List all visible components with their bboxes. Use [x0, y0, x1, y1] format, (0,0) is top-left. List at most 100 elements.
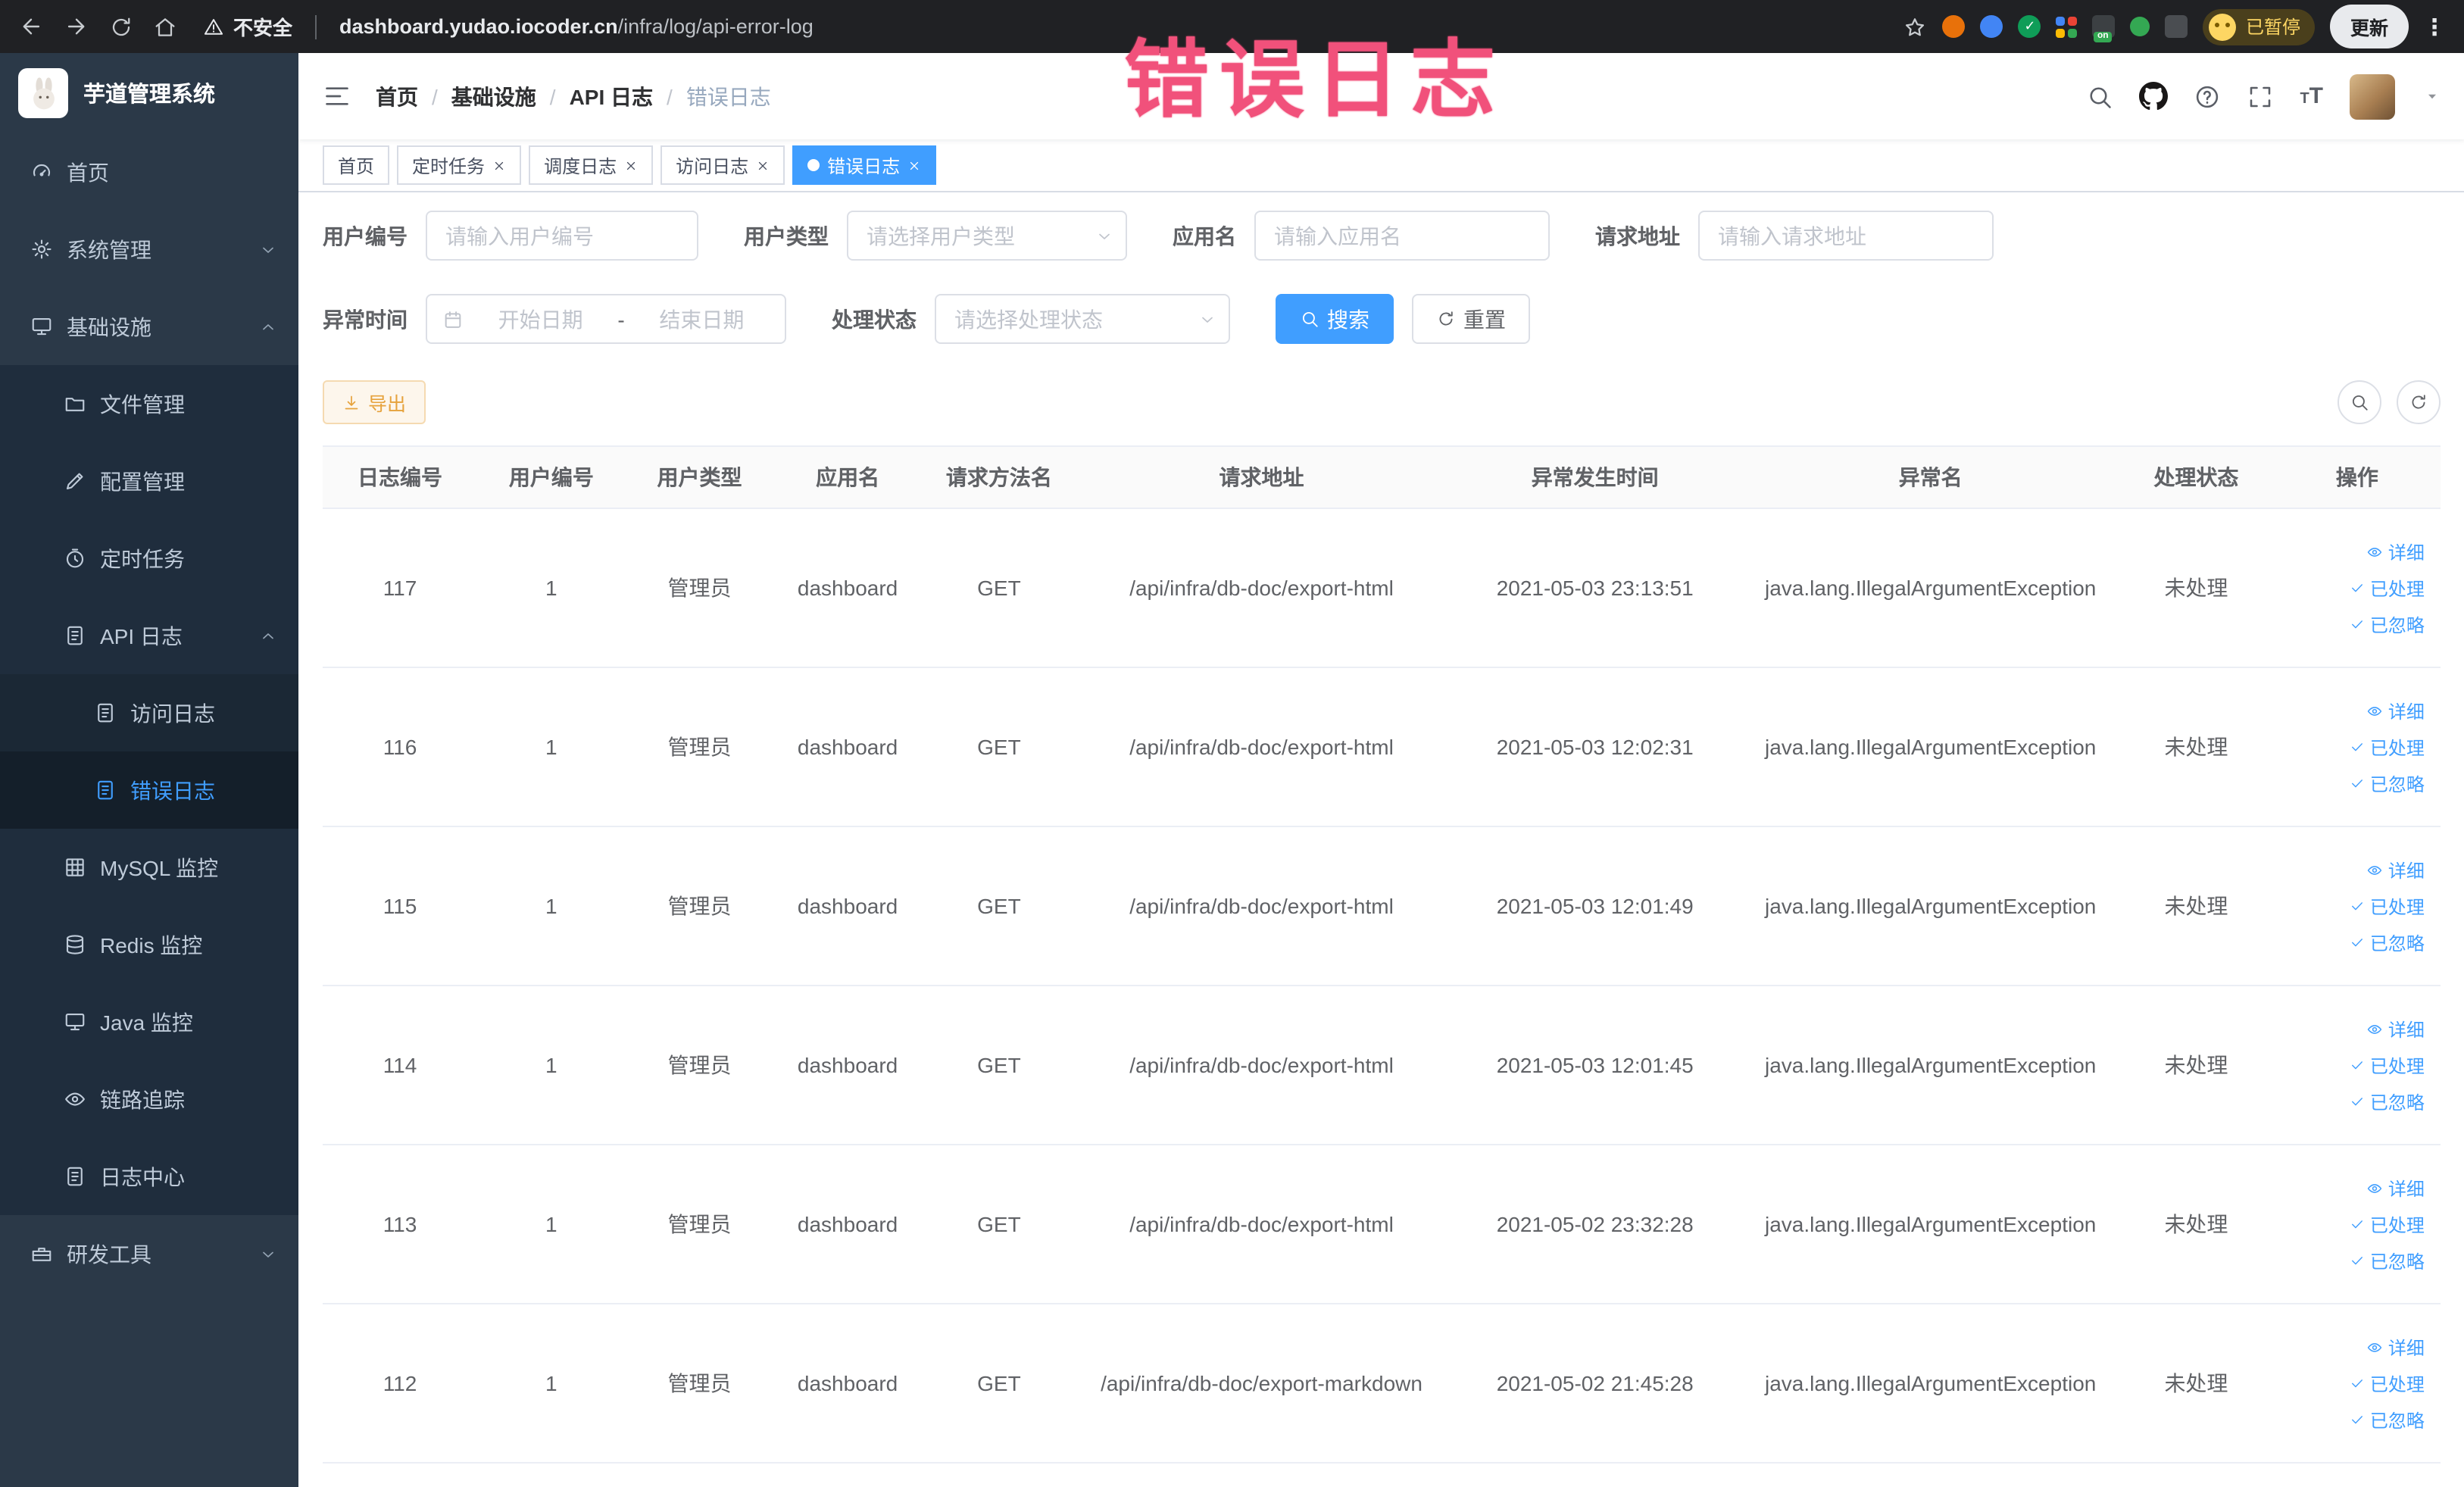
- sidebar-item-scheduled-task[interactable]: 定时任务: [0, 520, 298, 597]
- detail-link[interactable]: 详细: [2367, 698, 2425, 723]
- sidebar-item-java-monitor[interactable]: Java 监控: [0, 983, 298, 1061]
- sidebar-item-dev-tools[interactable]: 研发工具: [0, 1215, 298, 1292]
- cell-app-name: dashboard: [797, 1212, 898, 1236]
- mark-processed-link[interactable]: 已处理: [2350, 1052, 2425, 1078]
- sidebar-item-file-management[interactable]: 文件管理: [0, 365, 298, 442]
- cell-process-status: 未处理: [2164, 1371, 2228, 1395]
- toggle-search-button[interactable]: [2337, 380, 2381, 424]
- sidebar-item-infrastructure[interactable]: 基础设施: [0, 288, 298, 365]
- sidebar-item-access-log[interactable]: 访问日志: [0, 674, 298, 751]
- browser-extension-icon[interactable]: [2018, 15, 2041, 38]
- app-name-input[interactable]: [1254, 211, 1550, 261]
- mark-processed-link[interactable]: 已处理: [2350, 575, 2425, 601]
- browser-extension-icon[interactable]: [2130, 17, 2150, 36]
- tab-error-log[interactable]: 错误日志: [792, 145, 937, 185]
- browser-extension-icon[interactable]: on: [2092, 15, 2116, 42]
- cell-method: GET: [977, 1212, 1021, 1236]
- detail-link[interactable]: 详细: [2367, 1175, 2425, 1201]
- tab-scheduled-task[interactable]: 定时任务: [397, 145, 522, 185]
- cell-exception-name: java.lang.IllegalArgumentException: [1764, 1053, 2097, 1077]
- process-status-select[interactable]: [935, 294, 1230, 344]
- sidebar-item-redis-monitor[interactable]: Redis 监控: [0, 906, 298, 983]
- cell-app-name: dashboard: [797, 1053, 898, 1077]
- mark-processed-link[interactable]: 已处理: [2350, 1211, 2425, 1237]
- fullscreen-icon[interactable]: [2247, 83, 2274, 110]
- document-icon: [64, 1165, 86, 1188]
- detail-link[interactable]: 详细: [2367, 539, 2425, 564]
- browser-menu-icon[interactable]: ⋮: [2423, 13, 2446, 40]
- security-indicator[interactable]: 不安全: [203, 12, 292, 41]
- tab-home[interactable]: 首页: [323, 145, 390, 185]
- user-type-select-input[interactable]: [847, 211, 1127, 261]
- browser-extension-icon[interactable]: [2056, 16, 2078, 37]
- cell-exception-time: 2021-05-03 23:13:51: [1496, 576, 1694, 600]
- tab-schedule-log[interactable]: 调度日志: [529, 145, 654, 185]
- browser-extension-icon[interactable]: [1942, 15, 1966, 38]
- breadcrumb-item[interactable]: 首页: [376, 81, 418, 111]
- forward-icon[interactable]: [64, 14, 89, 39]
- mark-processed-link[interactable]: 已处理: [2350, 1370, 2425, 1396]
- caret-down-icon[interactable]: [2423, 88, 2440, 105]
- user-id-input[interactable]: [426, 211, 698, 261]
- eye-icon: [2367, 861, 2384, 878]
- exception-time-range-picker[interactable]: 开始日期 - 结束日期: [426, 294, 786, 344]
- table-row: 115 1 管理员 dashboard GET /api/infra/db-do…: [323, 827, 2440, 986]
- browser-extension-icon[interactable]: [2165, 15, 2188, 38]
- request-url-input[interactable]: [1698, 211, 1994, 261]
- refresh-table-button[interactable]: [2396, 380, 2440, 424]
- sidebar-item-trace[interactable]: 链路追踪: [0, 1061, 298, 1138]
- check-icon: [2350, 898, 2366, 914]
- browser-profile-chip[interactable]: 已暂停: [2203, 8, 2316, 45]
- detail-link[interactable]: 详细: [2367, 857, 2425, 883]
- sidebar-item-system-management[interactable]: 系统管理: [0, 211, 298, 288]
- search-icon[interactable]: [2086, 83, 2113, 110]
- sidebar-collapse-icon[interactable]: [323, 82, 351, 111]
- tab-access-log[interactable]: 访问日志: [661, 145, 785, 185]
- export-button[interactable]: 导出: [323, 380, 426, 424]
- breadcrumb-item[interactable]: 基础设施: [451, 81, 536, 111]
- user-type-select[interactable]: [847, 211, 1127, 261]
- help-icon[interactable]: [2194, 83, 2221, 110]
- mark-ignored-link[interactable]: 已忽略: [2350, 770, 2425, 796]
- sidebar-item-config-management[interactable]: 配置管理: [0, 442, 298, 520]
- home-icon[interactable]: [153, 14, 177, 39]
- reset-button[interactable]: 重置: [1412, 294, 1530, 344]
- mark-processed-link[interactable]: 已处理: [2350, 734, 2425, 760]
- detail-link[interactable]: 详细: [2367, 1334, 2425, 1360]
- sidebar-item-home[interactable]: 首页: [0, 133, 298, 211]
- cell-exception-time: 2021-05-02 21:45:28: [1496, 1371, 1694, 1395]
- check-icon: [2350, 739, 2366, 754]
- mark-ignored-link[interactable]: 已忽略: [2350, 1089, 2425, 1114]
- sidebar-item-error-log[interactable]: 错误日志: [0, 751, 298, 829]
- cell-user-type: 管理员: [667, 1371, 732, 1395]
- close-icon[interactable]: [756, 158, 770, 172]
- mark-ignored-link[interactable]: 已忽略: [2350, 1248, 2425, 1273]
- mark-processed-link[interactable]: 已处理: [2350, 893, 2425, 919]
- browser-update-button[interactable]: 更新: [2330, 5, 2408, 48]
- search-button[interactable]: 搜索: [1276, 294, 1394, 344]
- process-status-select-input[interactable]: [935, 294, 1230, 344]
- mark-ignored-link[interactable]: 已忽略: [2350, 929, 2425, 955]
- back-icon[interactable]: [18, 14, 44, 39]
- breadcrumb-item[interactable]: API 日志: [570, 81, 653, 111]
- close-icon[interactable]: [907, 158, 921, 172]
- browser-extension-icon[interactable]: [1980, 15, 2003, 38]
- refresh-icon: [2408, 392, 2428, 412]
- address-bar[interactable]: dashboard.yudao.iocoder.cn/infra/log/api…: [339, 15, 814, 38]
- detail-link[interactable]: 详细: [2367, 1016, 2425, 1042]
- reload-icon[interactable]: [109, 14, 133, 39]
- app-logo[interactable]: 芋道管理系统: [0, 53, 298, 133]
- cell-request-url: /api/infra/db-doc/export-html: [1129, 576, 1394, 600]
- bookmark-star-icon[interactable]: [1903, 14, 1928, 39]
- date-end-placeholder: 结束日期: [659, 307, 745, 331]
- mark-ignored-link[interactable]: 已忽略: [2350, 1407, 2425, 1432]
- close-icon[interactable]: [492, 158, 506, 172]
- close-icon[interactable]: [624, 158, 638, 172]
- sidebar-item-log-center[interactable]: 日志中心: [0, 1138, 298, 1215]
- sidebar-item-api-log[interactable]: API 日志: [0, 597, 298, 674]
- github-icon[interactable]: [2139, 82, 2169, 111]
- mark-ignored-link[interactable]: 已忽略: [2350, 611, 2425, 637]
- font-size-icon[interactable]: TT: [2300, 83, 2323, 109]
- user-avatar[interactable]: [2349, 73, 2394, 119]
- sidebar-item-mysql-monitor[interactable]: MySQL 监控: [0, 829, 298, 906]
